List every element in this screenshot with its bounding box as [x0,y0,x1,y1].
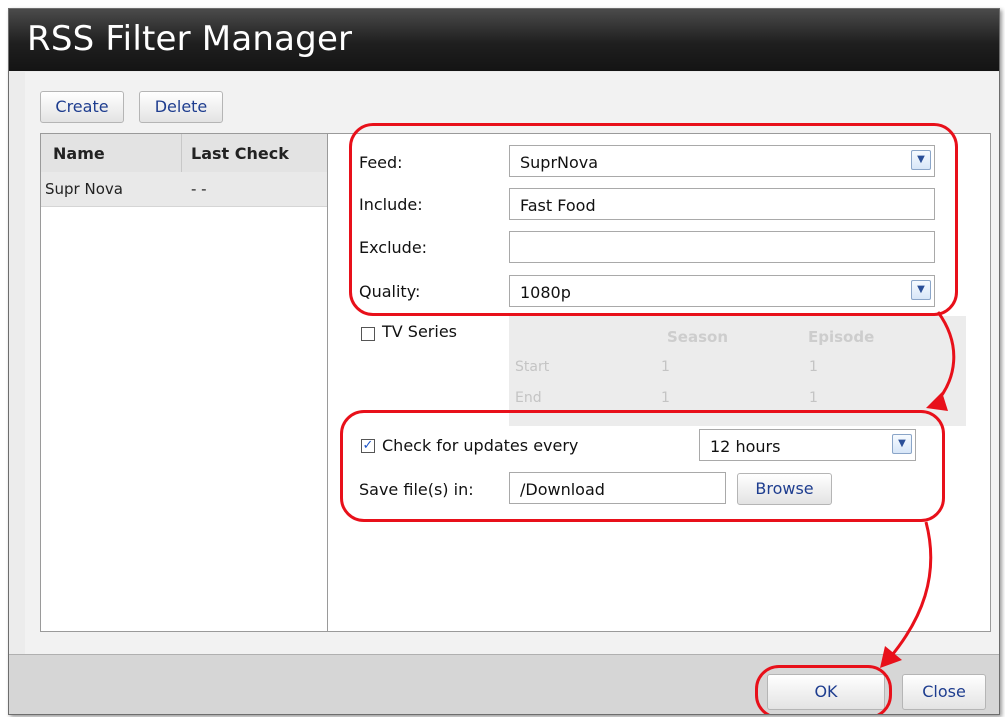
grid-row-end-label: End [515,390,542,406]
column-header-last-check[interactable]: Last Check [191,144,289,163]
quality-select[interactable]: 1080p ▼ [509,275,935,307]
delete-button[interactable]: Delete [139,91,223,123]
save-files-label: Save file(s) in: [359,480,474,499]
ok-button[interactable]: OK [767,674,885,710]
feed-select-value: SuprNova [520,153,599,172]
exclude-label: Exclude: [359,238,428,257]
create-button[interactable]: Create [40,91,124,123]
quality-label: Quality: [359,282,421,301]
feed-label: Feed: [359,153,403,172]
tv-series-grid: Season Episode Start 1 1 End 1 1 [509,316,966,426]
check-updates-label: Check for updates every [382,436,579,455]
exclude-input[interactable] [509,231,935,263]
title-bar: RSS Filter Manager [9,9,999,71]
save-path-value: /Download [520,480,605,499]
browse-button[interactable]: Browse [737,473,832,505]
rss-filter-manager-dialog: RSS Filter Manager Create Delete Name La… [8,8,1000,715]
grid-row-start-label: Start [515,359,550,375]
start-episode-field[interactable]: 1 [809,359,818,375]
grid-header-season: Season [667,328,729,346]
save-path-input[interactable]: /Download [509,472,726,504]
include-label: Include: [359,195,423,214]
start-season-field[interactable]: 1 [661,359,670,375]
chevron-down-icon[interactable]: ▼ [911,280,931,300]
window-title: RSS Filter Manager [27,19,353,59]
update-interval-select[interactable]: 12 hours ▼ [699,429,916,461]
chevron-down-icon[interactable]: ▼ [911,150,931,170]
column-divider [181,134,182,172]
end-season-field[interactable]: 1 [661,390,670,406]
tv-series-checkbox[interactable] [361,327,375,341]
end-episode-field[interactable]: 1 [809,390,818,406]
quality-select-value: 1080p [520,283,571,302]
table-row[interactable]: Supr Nova - - [41,172,327,207]
row-last-check: - - [191,180,207,198]
row-name: Supr Nova [45,180,123,198]
tv-series-label: TV Series [382,322,458,341]
filter-list: Name Last Check Supr Nova - - [40,133,328,632]
feed-select[interactable]: SuprNova ▼ [509,145,935,177]
close-button[interactable]: Close [902,674,986,710]
grid-header-episode: Episode [808,328,875,346]
update-interval-value: 12 hours [710,437,781,456]
chevron-down-icon[interactable]: ▼ [892,434,912,454]
check-updates-checkbox[interactable]: ✓ [361,439,375,453]
include-input[interactable]: Fast Food [509,188,935,220]
filter-list-header: Name Last Check [41,134,327,173]
include-input-value: Fast Food [520,196,596,215]
column-header-name[interactable]: Name [53,144,105,163]
